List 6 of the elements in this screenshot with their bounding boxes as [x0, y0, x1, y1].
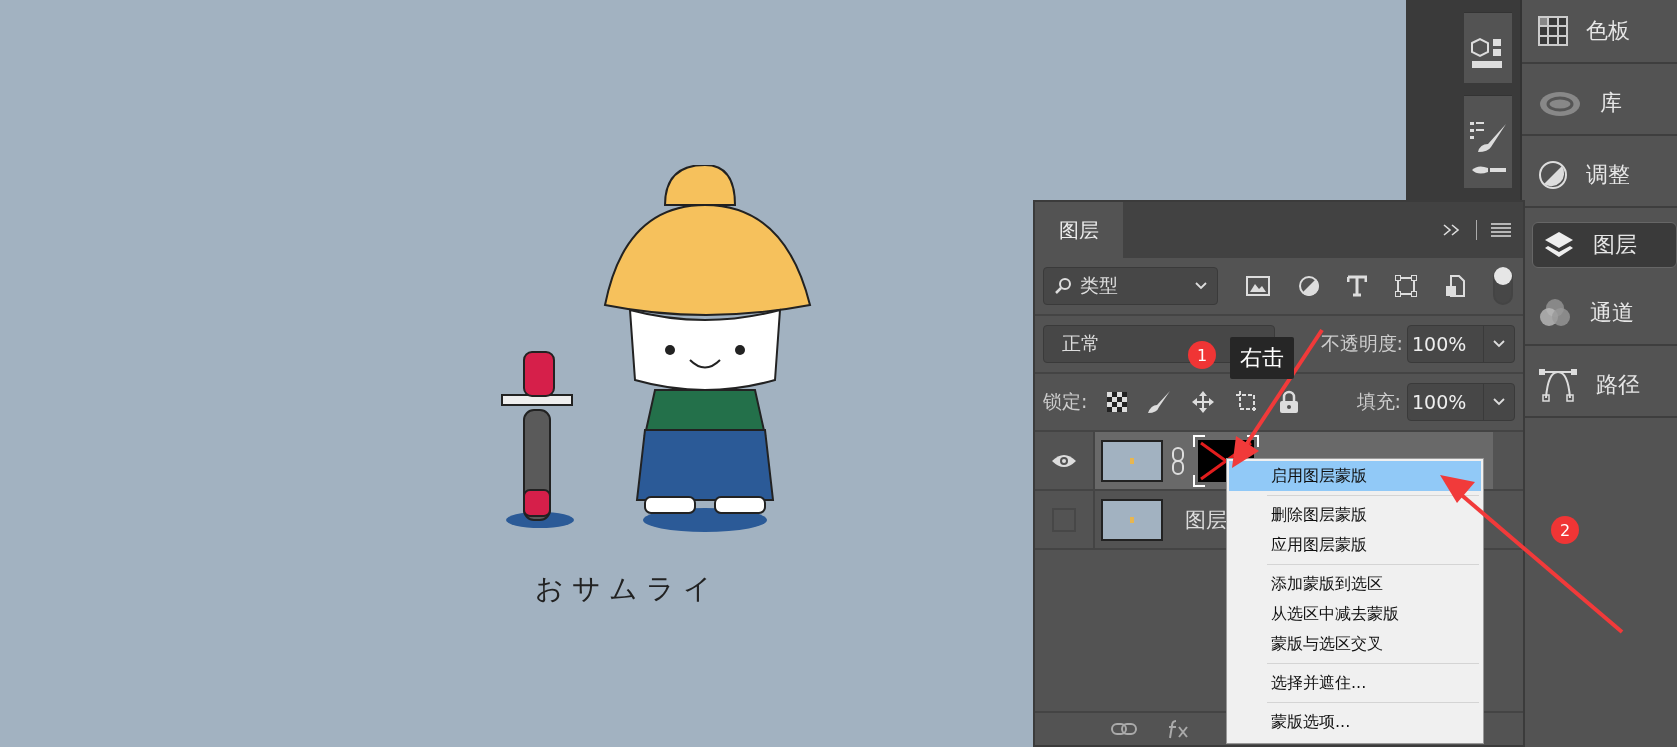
- fill-label: 填充:: [1356, 389, 1401, 414]
- caption-text: おサムライ: [535, 571, 720, 607]
- opacity-label: 不透明度:: [1320, 331, 1403, 356]
- lock-label: 锁定:: [1043, 389, 1088, 414]
- layer-name: 图层: [1185, 506, 1227, 534]
- tooltip: 右击: [1230, 337, 1294, 379]
